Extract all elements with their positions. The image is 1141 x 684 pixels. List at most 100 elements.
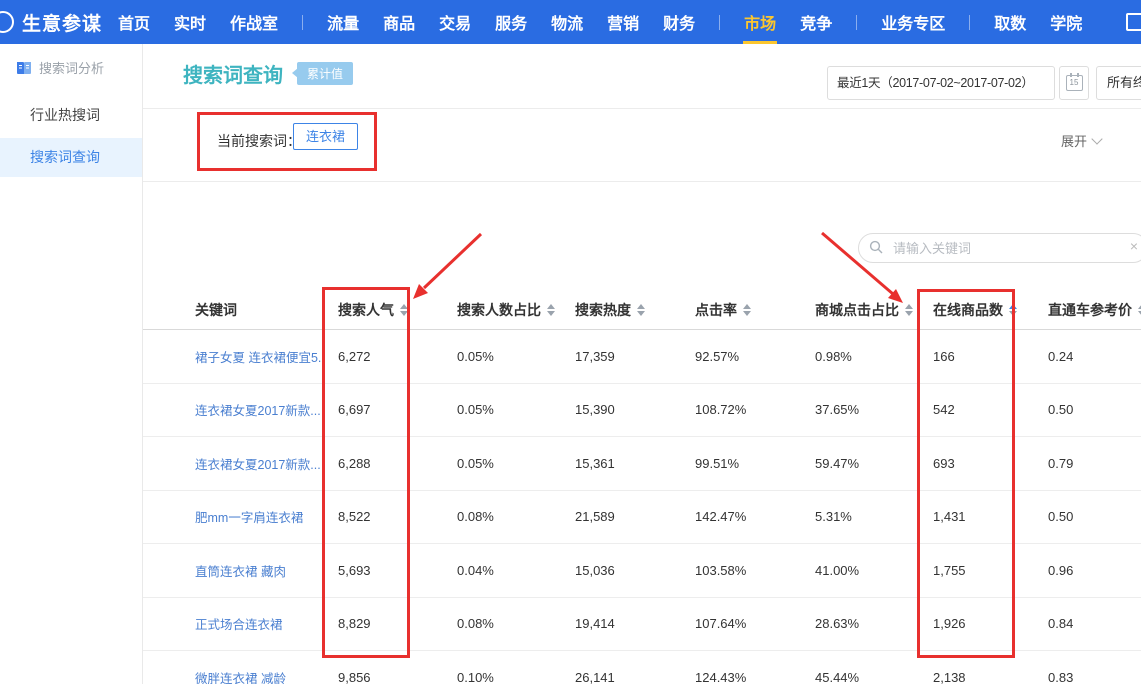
keyword-cell: 直筒连衣裙 藏肉 — [183, 561, 325, 580]
nav-item-业务专区[interactable]: 业务专区 — [869, 0, 957, 44]
keyword-link[interactable]: 直筒连衣裙 藏肉 — [195, 561, 325, 580]
sort-icon[interactable] — [637, 304, 645, 316]
table-cell: 124.43% — [675, 670, 795, 684]
sort-icon[interactable] — [743, 304, 751, 316]
table-cell: 108.72% — [675, 402, 795, 417]
nav-item-label: 实时 — [174, 10, 206, 34]
sort-icon[interactable] — [1009, 304, 1017, 316]
calendar-button[interactable]: 15 — [1059, 66, 1089, 100]
nav-item-label: 营销 — [607, 10, 639, 34]
nav-item-流量[interactable]: 流量 — [315, 0, 371, 44]
table-cell: 41.00% — [795, 563, 925, 578]
keyword-link[interactable]: 肥mm一字肩连衣裙 — [195, 507, 325, 526]
terminal-selector[interactable]: 所有终端 — [1096, 66, 1141, 100]
table-cell: 6,288 — [325, 456, 440, 471]
table-cell: 107.64% — [675, 616, 795, 631]
keyword-link[interactable]: 微胖连衣裙 减龄 — [195, 668, 325, 684]
sort-icon[interactable] — [400, 304, 408, 316]
table-cell: 542 — [925, 402, 1040, 417]
app-window: 生意参谋 首页 实时 作战室 流量 商品 交易 服务 物流 营销 财务 市场 竞… — [0, 0, 1141, 684]
nav-item-作战室[interactable]: 作战室 — [218, 0, 290, 44]
nav-item-财务[interactable]: 财务 — [651, 0, 707, 44]
nav-item-label: 作战室 — [230, 10, 278, 34]
table-cell: 21,589 — [560, 509, 675, 524]
date-range-selector[interactable]: 最近1天（2017-07-02~2017-07-02） — [827, 66, 1055, 100]
sidebar-section-label: 搜索词分析 — [39, 58, 104, 77]
table-cell: 0.50 — [1040, 509, 1141, 524]
table-cell: 9,856 — [325, 670, 440, 684]
sidebar: 搜索词分析 行业热搜词 搜索词查询 — [0, 44, 143, 684]
table-cell: 0.10% — [440, 670, 560, 684]
cumulative-badge: 累计值 — [297, 62, 353, 85]
table-cell: 15,361 — [560, 456, 675, 471]
nav-item-物流[interactable]: 物流 — [539, 0, 595, 44]
table-cell: 0.98% — [795, 349, 925, 364]
current-keyword-tag[interactable]: 连衣裙 — [293, 123, 358, 150]
column-header-搜索人数占比[interactable]: 搜索人数占比 — [440, 290, 560, 330]
sort-up-icon — [905, 304, 913, 309]
keyword-search: × — [858, 233, 1141, 263]
column-header-商城点击占比[interactable]: 商城点击占比 — [795, 290, 925, 330]
table-cell: 0.08% — [440, 509, 560, 524]
table-row: 直筒连衣裙 藏肉 5,6930.04%15,036103.58%41.00%1,… — [143, 544, 1141, 598]
table-cell: 0.05% — [440, 402, 560, 417]
table-cell: 15,036 — [560, 563, 675, 578]
column-header-label: 在线商品数 — [933, 300, 1003, 320]
nav-item-label: 市场 — [744, 10, 776, 34]
table-cell: 0.50 — [1040, 402, 1141, 417]
brand[interactable]: 生意参谋 — [8, 9, 102, 36]
sort-icon[interactable] — [905, 304, 913, 316]
nav-item-首页[interactable]: 首页 — [106, 0, 162, 44]
nav-item-label: 学院 — [1050, 10, 1082, 34]
keyword-link[interactable]: 连衣裙女夏2017新款... — [195, 454, 325, 473]
table-cell: 0.24 — [1040, 349, 1141, 364]
nav-item-服务[interactable]: 服务 — [483, 0, 539, 44]
column-header-关键词[interactable]: 关键词 — [183, 290, 325, 330]
column-header-直通车参考价[interactable]: 直通车参考价 — [1040, 290, 1141, 330]
nav-item-商品[interactable]: 商品 — [371, 0, 427, 44]
nav-item-学院[interactable]: 学院 — [1038, 0, 1094, 44]
nav-item-取数[interactable]: 取数 — [982, 0, 1038, 44]
keyword-link[interactable]: 裙子女夏 连衣裙便宜5... — [195, 347, 325, 366]
column-header-搜索热度[interactable]: 搜索热度 — [560, 290, 675, 330]
nav-item-实时[interactable]: 实时 — [162, 0, 218, 44]
app-body: 搜索词分析 行业热搜词 搜索词查询 搜索词查询 累计值 最近1天（2017-07… — [0, 44, 1141, 684]
keyword-search-input[interactable] — [858, 233, 1141, 263]
table-cell: 28.63% — [795, 616, 925, 631]
sidebar-item-search-word-query[interactable]: 搜索词查询 — [0, 138, 142, 177]
table-cell: 99.51% — [675, 456, 795, 471]
nav-divider — [856, 15, 857, 30]
table-row: 肥mm一字肩连衣裙 8,5220.08%21,589142.47%5.31%1,… — [143, 491, 1141, 545]
table-row: 正式场合连衣裙 8,8290.08%19,414107.64%28.63%1,9… — [143, 598, 1141, 652]
divider — [143, 108, 1141, 109]
mail-icon[interactable] — [1126, 13, 1141, 31]
keyword-cell: 连衣裙女夏2017新款... — [183, 400, 325, 419]
keyword-cell: 肥mm一字肩连衣裙 — [183, 507, 325, 526]
column-header-点击率[interactable]: 点击率 — [675, 290, 795, 330]
expand-toggle[interactable]: 展开 — [1061, 131, 1101, 150]
nav-item-交易[interactable]: 交易 — [427, 0, 483, 44]
nav-item-营销[interactable]: 营销 — [595, 0, 651, 44]
table-cell: 5.31% — [795, 509, 925, 524]
sort-icon[interactable] — [547, 304, 555, 316]
table-row: 微胖连衣裙 减龄 9,8560.10%26,141124.43%45.44%2,… — [143, 651, 1141, 684]
expand-label: 展开 — [1061, 131, 1087, 150]
sort-up-icon — [400, 304, 408, 309]
nav-item-竞争[interactable]: 竞争 — [788, 0, 844, 44]
keyword-link[interactable]: 连衣裙女夏2017新款... — [195, 400, 325, 419]
clear-icon[interactable]: × — [1130, 238, 1138, 254]
column-header-在线商品数[interactable]: 在线商品数 — [925, 290, 1040, 330]
title-row: 搜索词查询 累计值 — [183, 58, 353, 88]
keyword-link[interactable]: 正式场合连衣裙 — [195, 614, 325, 633]
search-icon — [869, 240, 884, 255]
sidebar-item-industry-hot-words[interactable]: 行业热搜词 — [0, 101, 142, 129]
sort-up-icon — [547, 304, 555, 309]
column-header-搜索人气[interactable]: 搜索人气 — [325, 290, 440, 330]
table-cell: 2,138 — [925, 670, 1040, 684]
table-cell: 0.05% — [440, 456, 560, 471]
nav-item-label: 业务专区 — [881, 10, 945, 34]
current-keyword-label: 当前搜索词： — [217, 131, 301, 151]
sort-down-icon — [637, 311, 645, 316]
nav-item-市场[interactable]: 市场 — [732, 0, 788, 44]
sort-up-icon — [637, 304, 645, 309]
